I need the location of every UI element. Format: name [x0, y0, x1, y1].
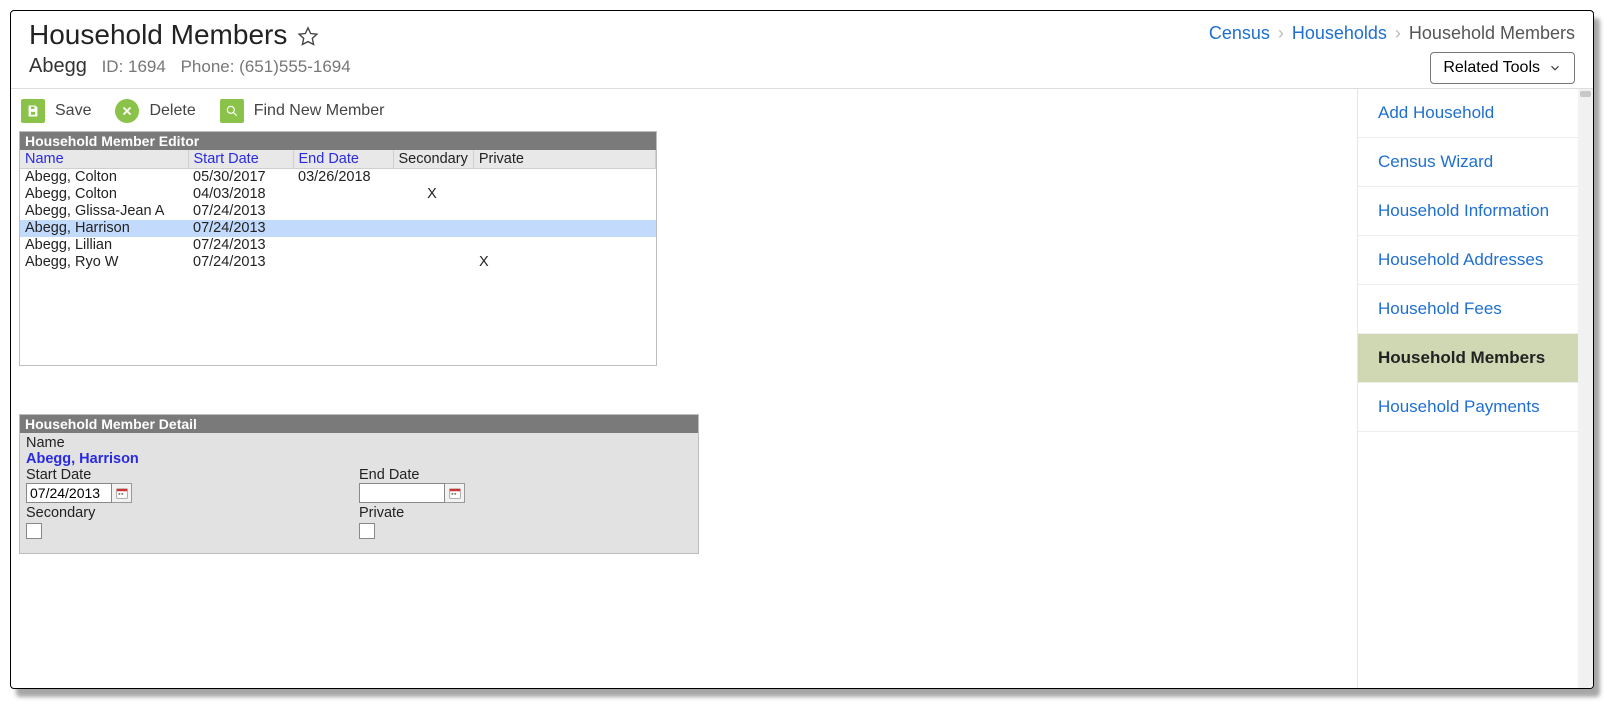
- sidebar-item[interactable]: Household Fees: [1358, 285, 1578, 334]
- household-phone: Phone: (651)555-1694: [181, 57, 351, 76]
- cell: [471, 203, 656, 220]
- breadcrumb-households[interactable]: Households: [1292, 23, 1387, 44]
- cell: [393, 220, 471, 237]
- search-icon: [220, 99, 244, 123]
- calendar-icon[interactable]: [112, 483, 132, 503]
- cell: Abegg, Colton: [20, 169, 188, 186]
- star-icon[interactable]: [297, 19, 319, 51]
- private-checkbox[interactable]: [359, 523, 375, 539]
- col-private[interactable]: Private: [473, 150, 655, 169]
- cell: [471, 220, 656, 237]
- save-icon: [21, 99, 45, 123]
- cell: 07/24/2013: [188, 237, 293, 254]
- table-row[interactable]: Abegg, Ryo W07/24/2013 X: [20, 254, 656, 271]
- breadcrumb: Census › Households › Household Members: [1209, 19, 1575, 44]
- col-name[interactable]: Name: [20, 150, 188, 169]
- cell: [293, 203, 393, 220]
- save-button[interactable]: Save: [21, 99, 91, 123]
- detail-name-link[interactable]: Abegg, Harrison: [26, 451, 692, 467]
- cell: Abegg, Colton: [20, 186, 188, 203]
- detail-secondary-label: Secondary: [26, 505, 359, 521]
- cell: 07/24/2013: [188, 203, 293, 220]
- cell: Abegg, Harrison: [20, 220, 188, 237]
- cell: [393, 237, 471, 254]
- table-row[interactable]: Abegg, Harrison07/24/2013: [20, 220, 656, 237]
- chevron-right-icon: ›: [1395, 23, 1401, 44]
- detail-private-label: Private: [359, 505, 692, 521]
- action-toolbar: Save Delete Find New Member: [19, 97, 1349, 131]
- find-new-member-label: Find New Member: [254, 102, 385, 120]
- sidebar-item[interactable]: Census Wizard: [1358, 138, 1578, 187]
- members-table: Name Start Date End Date Secondary Priva…: [20, 150, 656, 169]
- cell: Abegg, Ryo W: [20, 254, 188, 271]
- detail-panel-title: Household Member Detail: [20, 415, 698, 433]
- editor-panel-title: Household Member Editor: [20, 132, 656, 150]
- page-title-text: Household Members: [29, 19, 287, 51]
- cell: 03/26/2018: [293, 169, 393, 186]
- cell: [471, 186, 656, 203]
- cell: [293, 254, 393, 271]
- delete-button[interactable]: Delete: [115, 99, 195, 123]
- chevron-right-icon: ›: [1278, 23, 1284, 44]
- detail-name-label: Name: [26, 435, 692, 451]
- start-date-input[interactable]: [26, 483, 112, 503]
- household-member-editor-panel: Household Member Editor Name Start Date …: [19, 131, 657, 366]
- cell: X: [393, 186, 471, 203]
- secondary-checkbox[interactable]: [26, 523, 42, 539]
- table-row[interactable]: Abegg, Lillian07/24/2013: [20, 237, 656, 254]
- detail-end-label: End Date: [359, 467, 692, 483]
- related-tools-button[interactable]: Related Tools: [1430, 52, 1575, 84]
- cell: [293, 237, 393, 254]
- cell: [393, 203, 471, 220]
- cell: [293, 220, 393, 237]
- sidebar-item[interactable]: Household Members: [1358, 334, 1578, 383]
- scrollbar[interactable]: [1578, 89, 1593, 688]
- cell: 07/24/2013: [188, 220, 293, 237]
- cell: [471, 169, 656, 186]
- delete-label: Delete: [149, 102, 195, 120]
- sidebar-item[interactable]: Add Household: [1358, 89, 1578, 138]
- page-title: Household Members: [29, 19, 351, 51]
- household-id: ID: 1694: [102, 57, 166, 76]
- cell: 04/03/2018: [188, 186, 293, 203]
- cell: X: [471, 254, 656, 271]
- delete-icon: [115, 99, 139, 123]
- household-subline: Abegg ID: 1694 Phone: (651)555-1694: [29, 55, 351, 78]
- sidebar-item[interactable]: Household Information: [1358, 187, 1578, 236]
- col-secondary[interactable]: Secondary: [393, 150, 473, 169]
- breadcrumb-census[interactable]: Census: [1209, 23, 1270, 44]
- end-date-input[interactable]: [359, 483, 445, 503]
- cell: [471, 237, 656, 254]
- find-new-member-button[interactable]: Find New Member: [220, 99, 385, 123]
- cell: [393, 169, 471, 186]
- sidebar-item[interactable]: Household Addresses: [1358, 236, 1578, 285]
- cell: 07/24/2013: [188, 254, 293, 271]
- cell: Abegg, Lillian: [20, 237, 188, 254]
- detail-start-label: Start Date: [26, 467, 359, 483]
- members-table-body: Abegg, Colton05/30/201703/26/2018Abegg, …: [20, 169, 656, 271]
- cell: Abegg, Glissa-Jean A: [20, 203, 188, 220]
- household-member-detail-panel: Household Member Detail Name Abegg, Harr…: [19, 414, 699, 554]
- related-tools-label: Related Tools: [1443, 59, 1540, 77]
- side-nav: Add HouseholdCensus WizardHousehold Info…: [1358, 89, 1593, 688]
- household-name: Abegg: [29, 55, 87, 77]
- save-label: Save: [55, 102, 91, 120]
- cell: [393, 254, 471, 271]
- cell: [293, 186, 393, 203]
- table-row[interactable]: Abegg, Glissa-Jean A07/24/2013: [20, 203, 656, 220]
- col-end-date[interactable]: End Date: [293, 150, 393, 169]
- table-row[interactable]: Abegg, Colton04/03/2018 X: [20, 186, 656, 203]
- breadcrumb-current: Household Members: [1409, 23, 1575, 44]
- calendar-icon[interactable]: [445, 483, 465, 503]
- chevron-down-icon: [1548, 61, 1562, 75]
- col-start-date[interactable]: Start Date: [188, 150, 293, 169]
- cell: 05/30/2017: [188, 169, 293, 186]
- sidebar-item[interactable]: Household Payments: [1358, 383, 1578, 432]
- table-row[interactable]: Abegg, Colton05/30/201703/26/2018: [20, 169, 656, 186]
